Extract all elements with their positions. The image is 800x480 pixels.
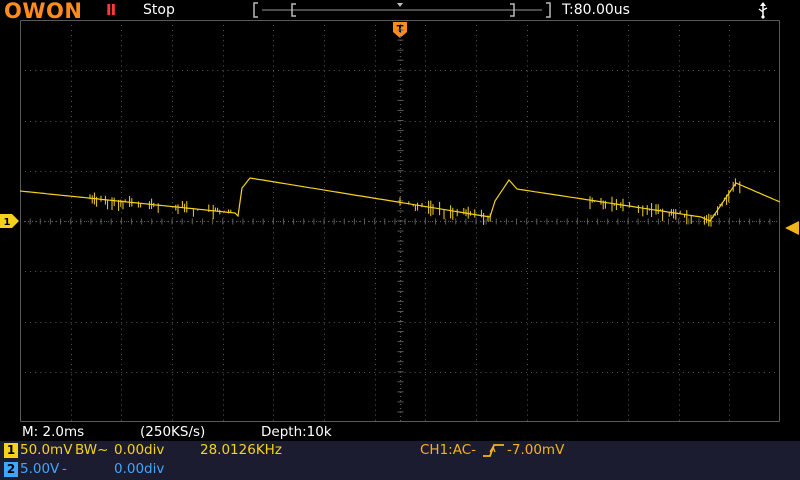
pause-icon: II	[106, 1, 116, 19]
sample-rate-readout: (250KS/s)	[140, 424, 206, 440]
brand-logo: OWON	[4, 0, 83, 23]
ch2-scale: 5.00V	[20, 461, 60, 477]
graticule	[20, 20, 780, 422]
acquisition-status-bar: M: 2.0ms (250KS/s) Depth:10k	[0, 424, 800, 441]
trigger-level-readout: -7.00mV	[507, 442, 565, 458]
trigger-time-readout: T:80.00us	[562, 2, 630, 18]
trigger-level-marker[interactable]	[784, 221, 800, 235]
ch2-badge[interactable]: 2	[4, 462, 18, 477]
ch1-marker-label: 1	[4, 217, 11, 228]
waveform-grid	[20, 20, 780, 422]
memory-depth-readout: Depth:10k	[261, 424, 332, 440]
ch1-coupling: BW~	[75, 442, 109, 458]
channel-info-panel: 1 50.0mV BW~ 0.00div 28.0126KHz CH1:AC- …	[0, 441, 800, 480]
ch1-ground-marker[interactable]: 1	[0, 214, 20, 228]
ch2-coupling: -	[62, 461, 67, 477]
rising-edge-icon	[483, 444, 504, 457]
trigger-source-coupling: CH1:AC-	[420, 442, 477, 458]
timebase-readout: M: 2.0ms	[22, 424, 85, 440]
oscilloscope-screen: OWON II Stop T:80.00us T 1 M: 2.0ms (250…	[0, 0, 800, 480]
memory-position-bar[interactable]	[252, 0, 552, 20]
ch1-badge[interactable]: 1	[4, 443, 18, 458]
frequency-readout: 28.0126KHz	[200, 442, 282, 458]
ch2-offset: 0.00div	[114, 461, 165, 477]
ch1-scale: 50.0mV	[20, 442, 73, 458]
run-state-label: Stop	[143, 2, 175, 18]
usb-icon	[758, 2, 768, 19]
ch1-offset: 0.00div	[114, 442, 165, 458]
